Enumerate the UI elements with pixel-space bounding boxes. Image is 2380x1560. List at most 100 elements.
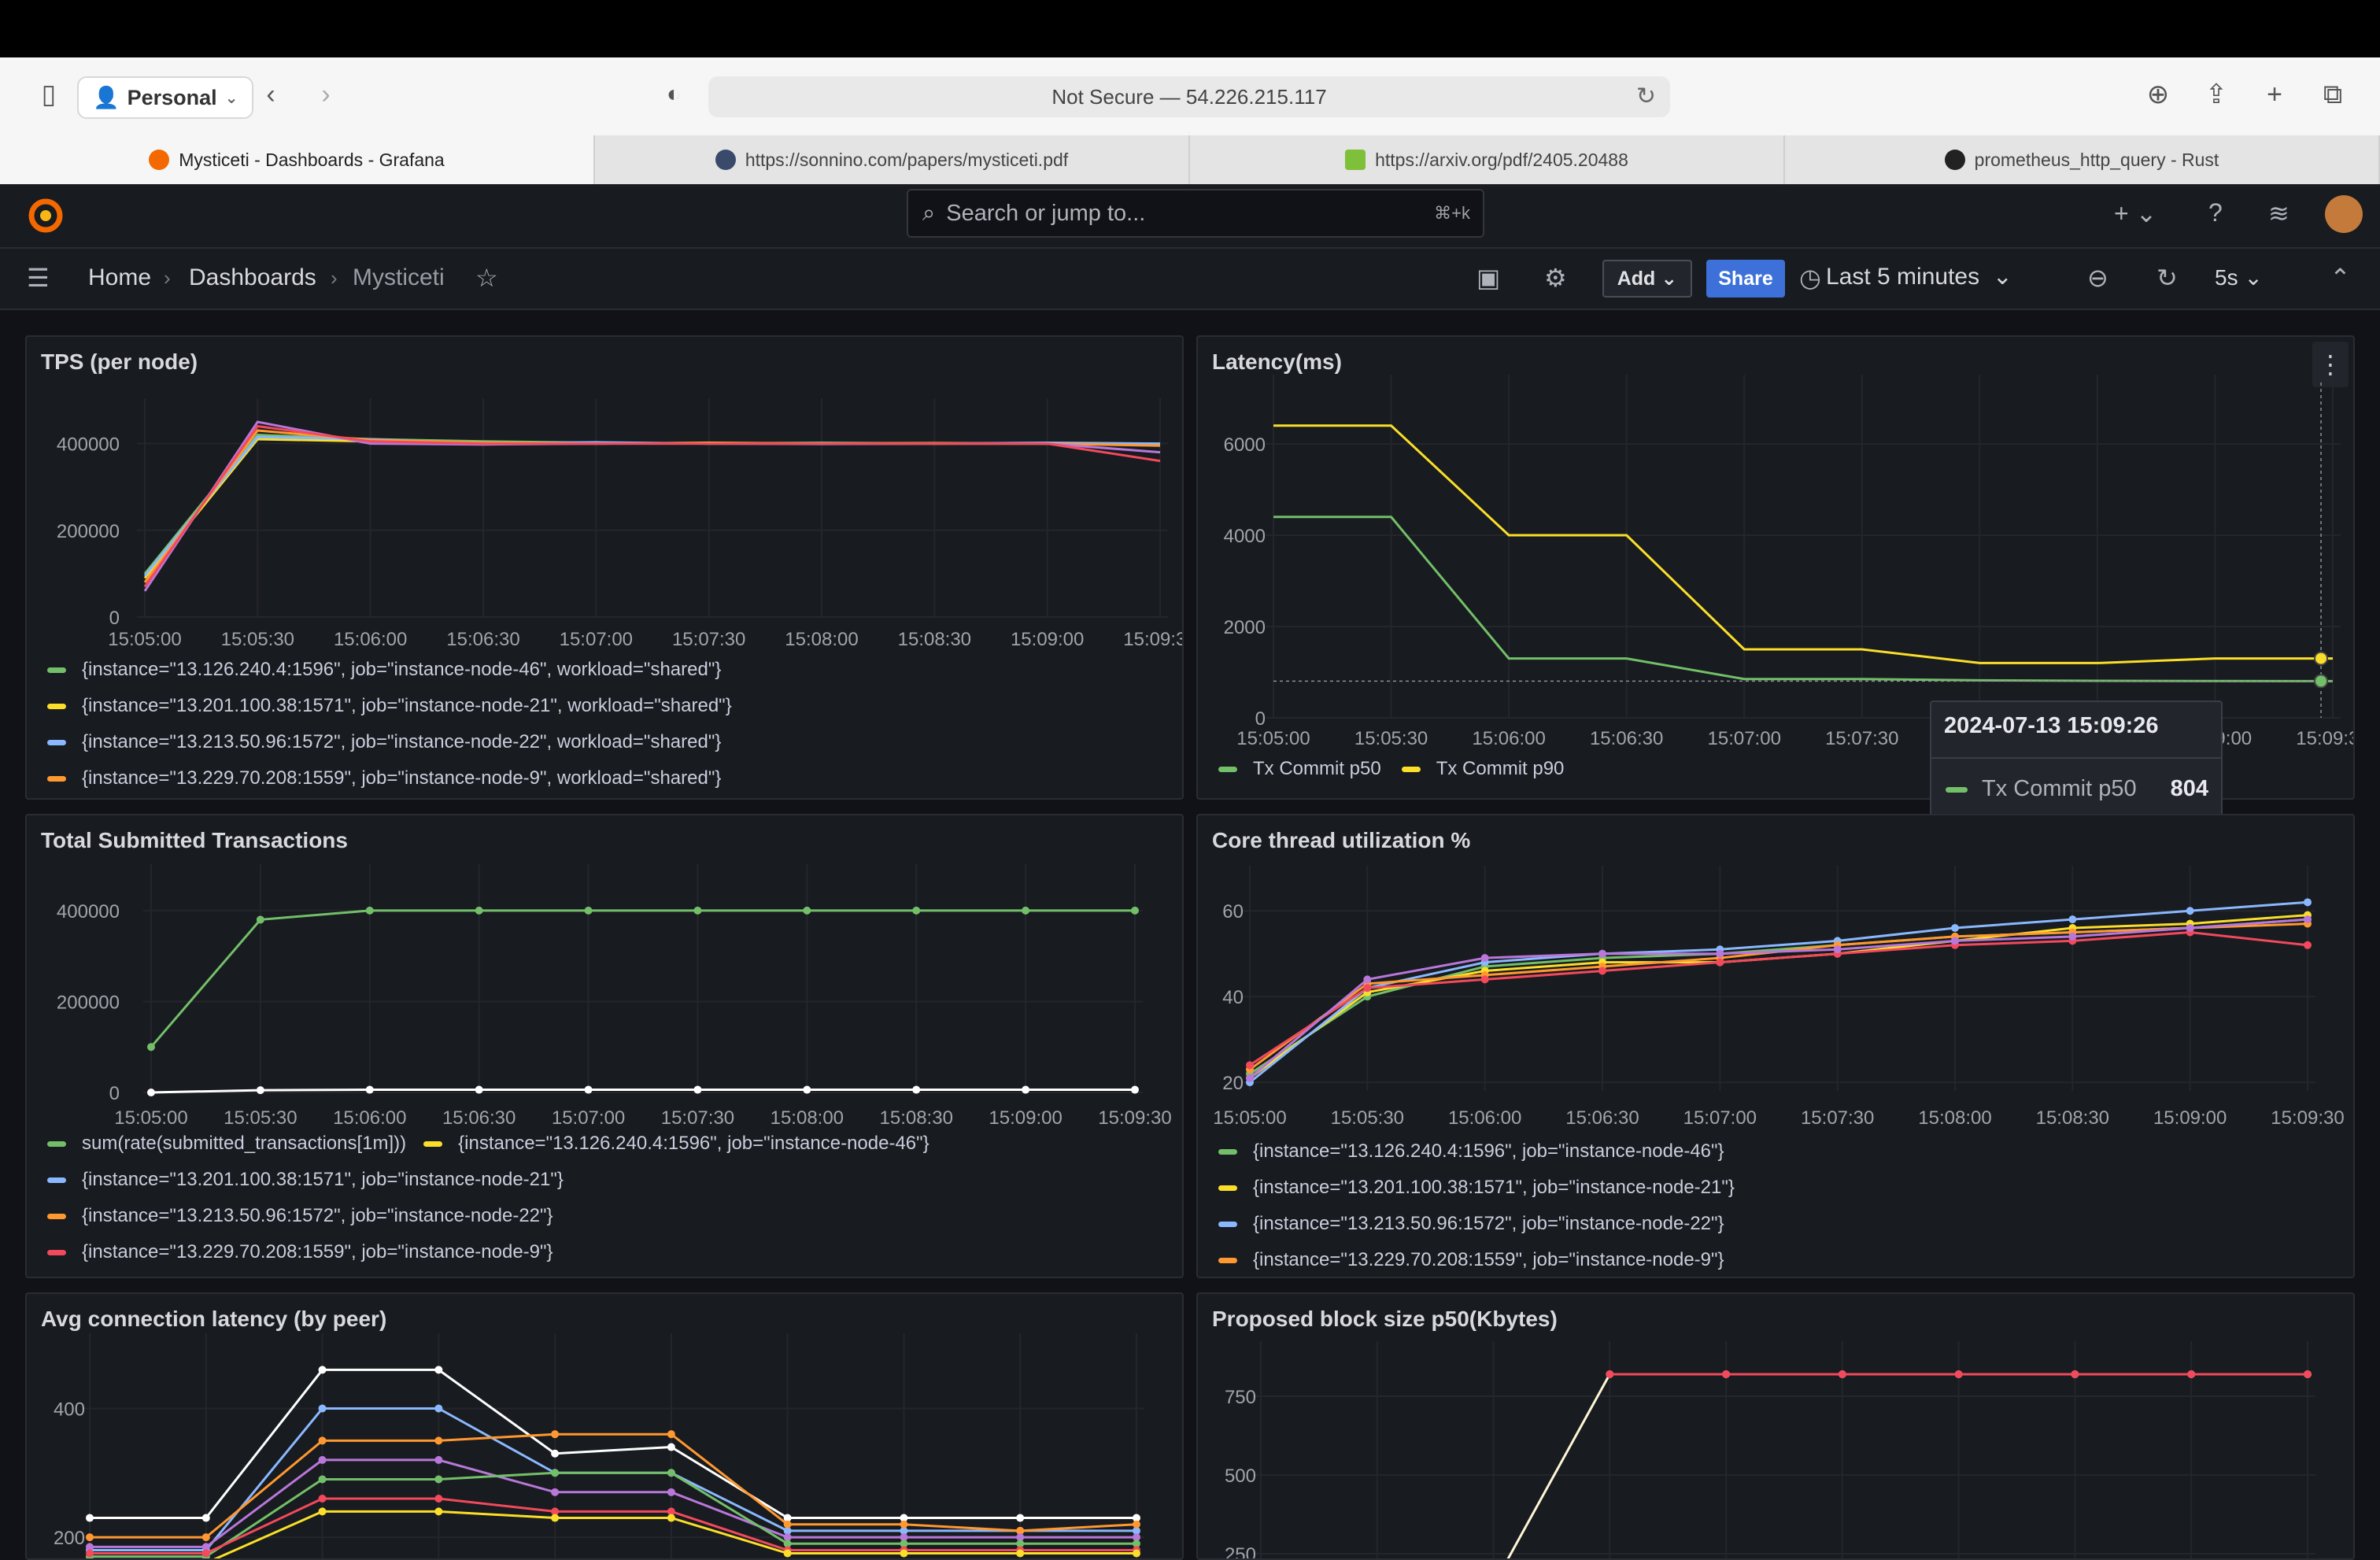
data-point [1598,967,1606,975]
tab-grafana[interactable]: Mysticeti - Dashboards - Grafana [0,135,595,184]
data-point [1022,906,1030,915]
data-point [318,1436,327,1445]
data-point [551,1430,560,1439]
x-tick-label: 15:07:00 [1683,1107,1757,1129]
add-button[interactable]: Add ⌄ [1602,260,1692,298]
x-tick-label: 15:06:00 [1472,728,1545,749]
share-icon[interactable]: ⇪ [2197,72,2235,117]
search-input[interactable]: ⌕ Search or jump to... ⌘+k [907,189,1484,238]
settings-gear-icon[interactable]: ⚙ [1544,263,1567,293]
panel-submitted: Total Submitted Transactions 15:05:00 15:… [25,814,1184,1278]
tooltip-time: 2024-07-13 15:09:26 [1944,713,2159,738]
new-plus-icon[interactable]: + ⌄ [2114,198,2156,228]
legend-item[interactable]: {instance="13.229.70.208:1559", job="ins… [1218,1242,1735,1277]
breadcrumb-dashboards[interactable]: Dashboards [189,264,316,291]
legend-item[interactable]: {instance="13.201.100.38:1571", job="ins… [47,1162,929,1198]
data-point [1716,958,1724,967]
breadcrumb-home[interactable]: Home [88,264,151,291]
refresh-rate-picker[interactable]: 5s ⌄ [2215,264,2263,290]
y-tick-label: 200 [54,1528,85,1549]
series-line [150,909,1135,1048]
panel-avg-connection-latency: Avg connection latency (by peer) 200 400 [25,1292,1184,1560]
data-point [1606,1370,1614,1378]
star-icon[interactable]: ☆ [475,263,498,293]
legend-item[interactable]: {instance="13.126.240.4:1596", job="inst… [423,1133,929,1155]
data-point [1022,1085,1030,1094]
avatar[interactable] [2325,195,2363,233]
data-point [667,1430,675,1439]
x-tick-label: 15:09:00 [1011,629,1084,650]
legend-item[interactable]: {instance="13.126.240.4:1596", job="inst… [47,652,732,688]
menu-bar-area [0,0,2380,57]
legend: {instance="13.126.240.4:1596", job="inst… [47,652,732,797]
legend-item[interactable]: sum(rate(submitted_transactions[1m])) [47,1133,406,1155]
reload-icon[interactable]: ↻ [1636,83,1656,110]
back-icon[interactable]: ‹ [255,72,286,117]
data-point [1833,945,1842,954]
refresh-icon[interactable]: ↻ [2156,263,2178,293]
avgconn-chart: 200 400 [54,1333,1144,1558]
x-tick-label: 15:09:30 [2271,1107,2344,1129]
data-point [475,1085,483,1094]
person-icon: 👤 [93,86,120,109]
time-range-picker[interactable]: Last 5 minutes ⌄ [1826,263,2012,290]
smiley-icon [1345,150,1366,170]
data-point [256,1086,264,1095]
legend-item[interactable]: Tx Commit p90 [1401,751,1564,787]
tab-sonnino[interactable]: https://sonnino.com/papers/mysticeti.pdf [595,135,1190,184]
tab-label: Mysticeti - Dashboards - Grafana [179,149,445,170]
sidebar-toggle-icon[interactable]: ▯ [28,72,69,117]
data-point [256,915,264,924]
menu-icon[interactable]: ☰ [27,263,50,293]
privacy-report-icon[interactable]: ◐ [653,72,694,117]
legend-item[interactable]: {instance="13.213.50.96:1572", job="inst… [47,1198,929,1234]
y-tick-label: 250 [1225,1544,1256,1560]
url-text: Not Secure — 54.226.215.117 [1051,84,1327,109]
legend-swatch [1401,766,1421,772]
data-point [1480,975,1489,984]
data-point [434,1507,443,1516]
data-point [147,1089,155,1096]
legend-item[interactable]: Tx Commit p50 [1218,751,1381,787]
downloads-icon[interactable]: ⊕ [2139,72,2177,117]
data-point [783,1549,792,1558]
save-icon[interactable]: ▣ [1476,263,1500,293]
collapse-icon[interactable]: ⌃ [2330,263,2351,293]
tab-arxiv[interactable]: https://arxiv.org/pdf/2405.20488 [1190,135,1785,184]
x-tick-label: 15:09:00 [989,1107,1062,1129]
tab-label: https://sonnino.com/papers/mysticeti.pdf [745,149,1069,170]
tab-overview-icon[interactable]: ⧉ [2314,72,2352,117]
help-icon[interactable]: ? [2208,198,2223,227]
data-point [434,1475,443,1484]
search-shortcut: ⌘+k [1434,203,1470,223]
data-point [2187,1370,2196,1378]
new-tab-icon[interactable]: + [2256,72,2293,117]
chart-tooltip: 2024-07-13 15:09:26 Tx Commit p50 804 [1930,701,2223,819]
hover-point [2314,651,2329,666]
chevron-right-icon: › [331,266,338,290]
data-point [551,1488,560,1496]
share-button[interactable]: Share [1706,260,1785,298]
legend: sum(rate(submitted_transactions[1m])) {i… [47,1126,929,1270]
legend-item[interactable]: {instance="13.213.50.96:1572", job="inst… [1218,1206,1735,1242]
legend-item[interactable]: {instance="13.229.70.208:1559", job="ins… [47,760,732,797]
legend-item[interactable]: {instance="13.213.50.96:1572", job="inst… [47,724,732,760]
tab-rust[interactable]: prometheus_http_query - Rust [1785,135,2380,184]
legend: {instance="13.126.240.4:1596", job="inst… [1218,1133,1735,1277]
data-point [318,1475,327,1484]
legend-item[interactable]: {instance="13.201.100.38:1571", job="ins… [1218,1170,1735,1206]
x-tick-label: 15:09:30 [1123,629,1184,650]
data-point [667,1443,675,1451]
legend-item[interactable]: {instance="13.201.100.38:1571", job="ins… [47,688,732,724]
profile-button[interactable]: 👤 Personal ⌄ [77,76,254,119]
address-bar[interactable]: Not Secure — 54.226.215.117 ↻ [708,76,1670,117]
grafana-logo-icon[interactable] [25,195,66,236]
legend-item[interactable]: {instance="13.126.240.4:1596", job="inst… [1218,1133,1735,1170]
zoom-out-icon[interactable]: ⊖ [2087,263,2108,293]
news-feed-icon[interactable]: ≋ [2268,198,2289,228]
x-tick-label: 15:09:30 [1098,1107,1171,1129]
forward-icon[interactable]: › [310,72,342,117]
legend-item[interactable]: {instance="13.229.70.208:1559", job="ins… [47,1234,929,1270]
data-point [2304,1370,2312,1378]
x-tick-label: 15:07:30 [1825,728,1898,749]
